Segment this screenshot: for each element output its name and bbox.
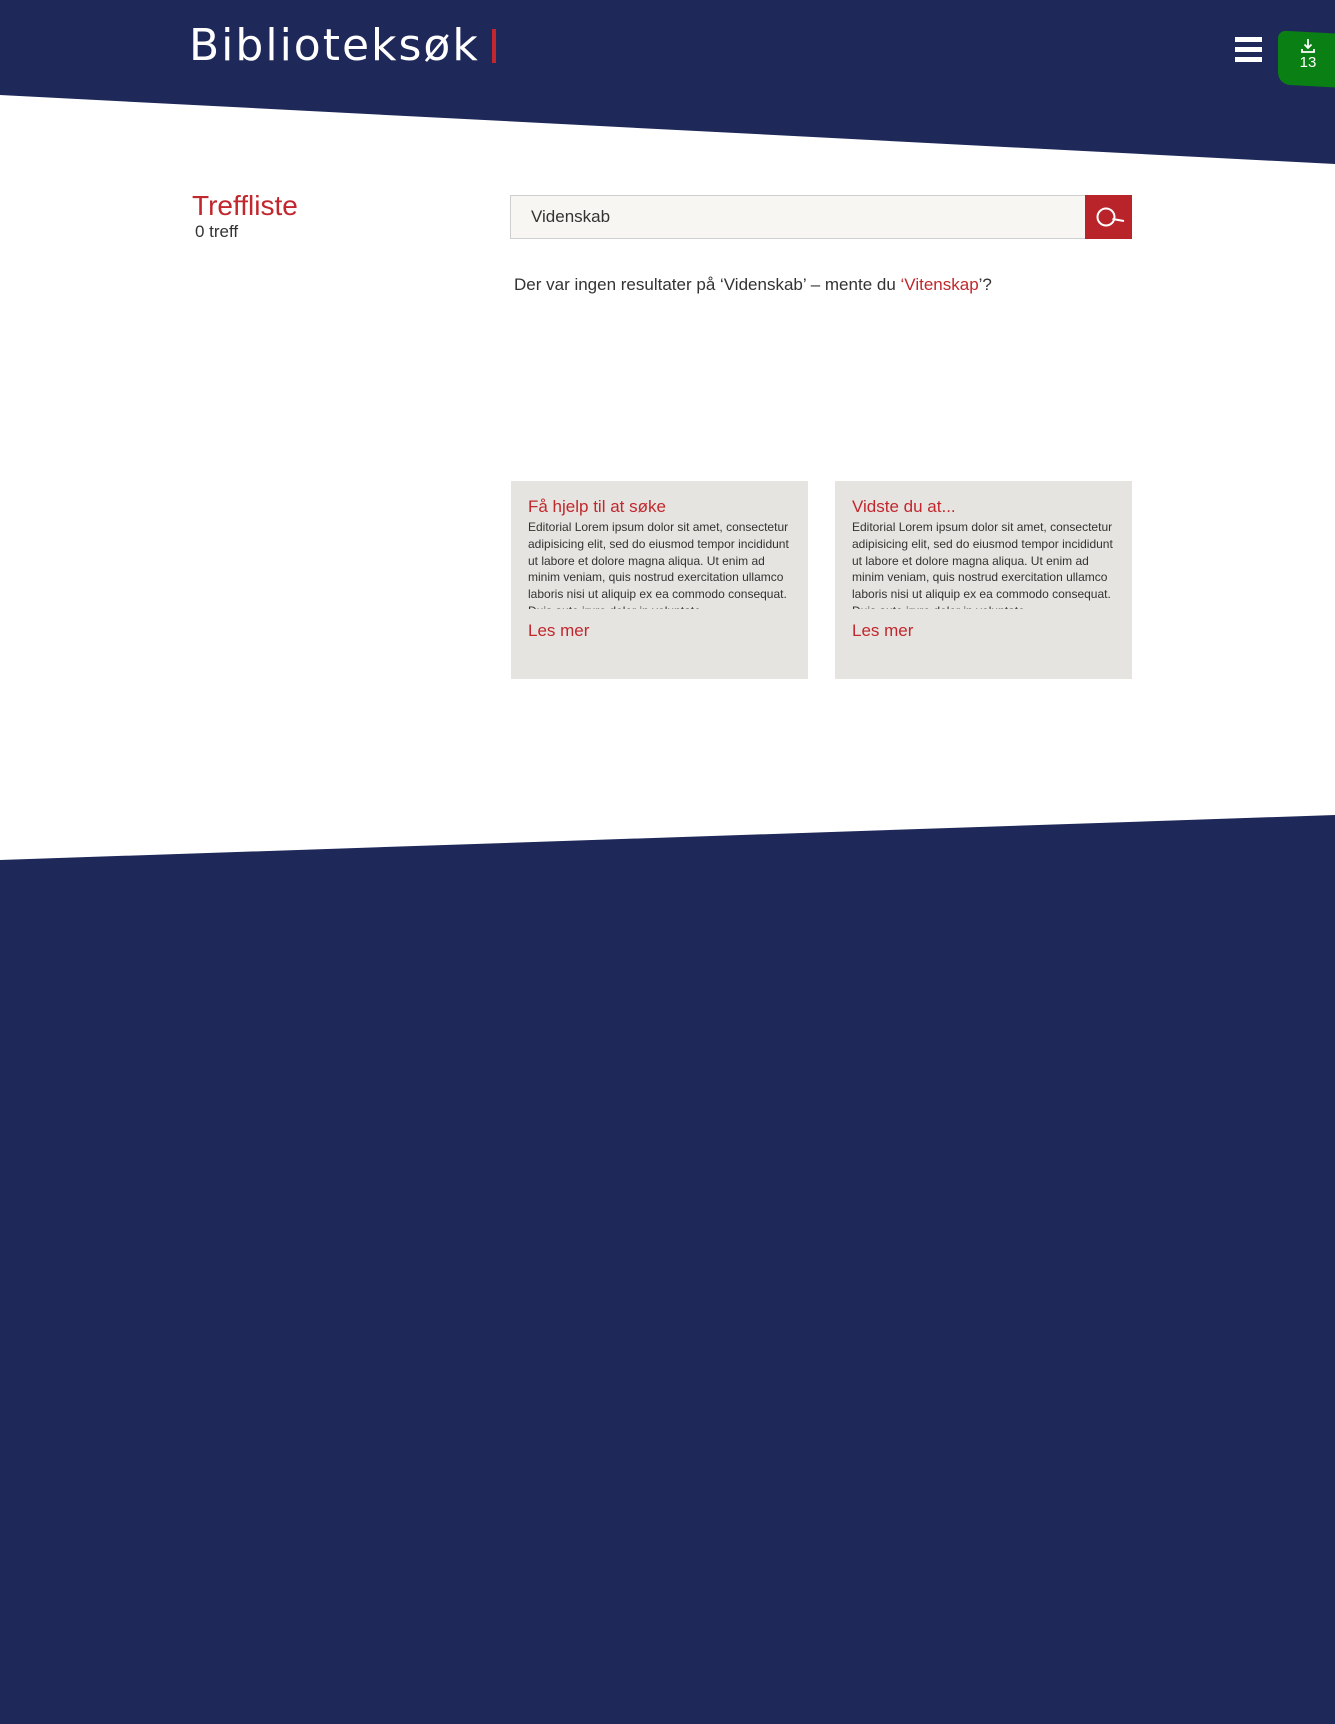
suggestion-link[interactable]: ‘Vitenskap (901, 275, 979, 294)
logo-text: Biblioteksøk (189, 20, 480, 71)
read-more-link[interactable]: Les mer (528, 621, 589, 641)
menu-bar (1235, 57, 1262, 62)
hamburger-menu-icon[interactable] (1235, 37, 1262, 62)
download-badge[interactable]: 13 (1278, 30, 1335, 88)
logo-cursor-mark (491, 29, 496, 63)
results-count: 0 treff (195, 222, 239, 241)
no-results-message: Der var ingen resultater på ‘Videnskab’ … (514, 275, 992, 295)
menu-bar (1235, 37, 1262, 42)
results-title: Treffliste (192, 190, 298, 221)
search-button[interactable] (1085, 195, 1132, 239)
card-title: Vidste du at... (852, 497, 956, 516)
card-body: Editorial Lorem ipsum dolor sit amet, co… (528, 520, 789, 609)
no-results-text: Der var ingen resultater på ‘Videnskab’ … (514, 275, 901, 294)
help-card: Få hjelp til at søke Editorial Lorem ips… (511, 481, 808, 679)
suggestion-term: Vitenskap (904, 275, 979, 294)
site-logo[interactable]: Biblioteksøk (189, 20, 496, 71)
search-icon (1096, 207, 1124, 227)
card-title: Få hjelp til at søke (528, 497, 666, 516)
read-more-link[interactable]: Les mer (852, 621, 913, 641)
download-icon (1301, 39, 1315, 53)
menu-bar (1235, 47, 1262, 52)
did-you-know-card: Vidste du at... Editorial Lorem ipsum do… (835, 481, 1132, 679)
background-shapes (0, 0, 1335, 1724)
card-body: Editorial Lorem ipsum dolor sit amet, co… (852, 520, 1113, 609)
download-count: 13 (1299, 54, 1317, 71)
search-input[interactable] (510, 195, 1085, 239)
footer-band (0, 815, 1335, 1724)
search-bar (510, 195, 1132, 239)
no-results-suffix: ’? (978, 275, 992, 294)
